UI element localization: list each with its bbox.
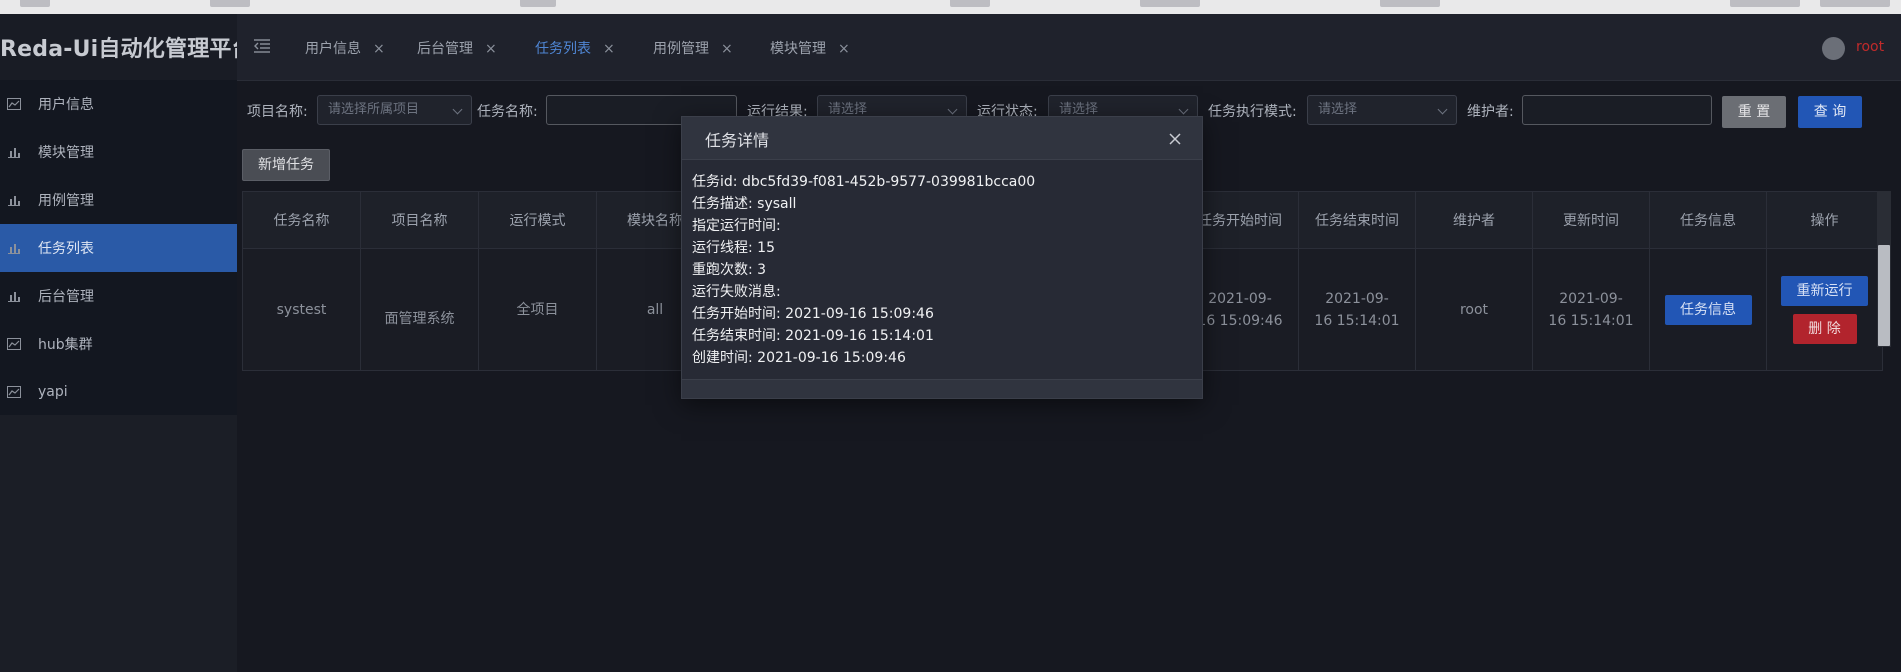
column-header: 更新时间 [1532, 191, 1650, 249]
tab-label: 模块管理 [770, 41, 826, 57]
bookmark[interactable] [1730, 0, 1800, 7]
sidebar-item[interactable]: 任务列表 [0, 224, 237, 272]
tab-close-icon[interactable]: × [838, 41, 850, 57]
sidebar-item-label: hub集群 [38, 337, 93, 353]
tab-close-icon[interactable]: × [485, 41, 497, 57]
bookmark[interactable] [520, 0, 556, 7]
cell-task-name: systest [242, 248, 361, 371]
bookmark[interactable] [20, 0, 50, 7]
column-header: 项目名称 [360, 191, 479, 249]
cell-run-mode: 全项目 [478, 248, 597, 371]
column-header: 任务信息 [1649, 191, 1767, 249]
detail-line: 创建时间: 2021-09-16 15:09:46 [692, 350, 906, 366]
dialog-footer [682, 379, 1202, 398]
cell-end-time: 2021-09- 16 15:14:01 [1298, 248, 1416, 371]
detail-line: 任务描述: sysall [692, 196, 797, 212]
table-scrollbar[interactable] [1877, 191, 1891, 347]
sidebar-item[interactable]: 后台管理 [0, 272, 237, 320]
sidebar-item[interactable]: yapi [0, 368, 237, 416]
tab[interactable]: 模块管理 × [770, 38, 850, 58]
delete-button[interactable]: 删 除 [1792, 313, 1857, 344]
column-header: 运行模式 [478, 191, 597, 249]
close-icon[interactable] [1168, 132, 1182, 146]
bar-chart-icon [6, 289, 22, 303]
bookmark[interactable] [210, 0, 250, 7]
task-name-label: 任务名称: [477, 104, 538, 120]
sidebar-item[interactable]: 用户信息 [0, 80, 237, 128]
dialog-body: 任务id: dbc5fd39-f081-452b-9577-039981bcca… [682, 160, 1202, 369]
sidebar-item-label: 后台管理 [38, 289, 94, 305]
sidebar-item-label: 任务列表 [38, 241, 94, 257]
bar-chart-icon [6, 145, 22, 159]
dialog-header: 任务详情 [682, 117, 1202, 160]
add-task-button[interactable]: 新增任务 [242, 149, 330, 181]
top-bar: 用户信息 × 后台管理 × 任务列表 × 用例管理 × 模块管理 × root [237, 14, 1901, 81]
column-header: 任务结束时间 [1298, 191, 1416, 249]
tab[interactable]: 用例管理 × [653, 38, 733, 58]
sidebar-item-label: yapi [38, 384, 68, 400]
tab-label: 用户信息 [305, 41, 361, 57]
collapse-menu-icon[interactable] [253, 38, 271, 54]
tab-label: 用例管理 [653, 41, 709, 57]
column-header: 操作 [1766, 191, 1883, 249]
tab-label: 任务列表 [535, 41, 591, 57]
detail-line: 任务开始时间: 2021-09-16 15:09:46 [692, 306, 934, 322]
scrollbar-thumb[interactable] [1878, 245, 1890, 346]
cell-task-info: 任务信息 [1649, 248, 1767, 371]
project-select[interactable]: 请选择所属项目 [317, 95, 472, 125]
tab-close-icon[interactable]: × [721, 41, 733, 57]
detail-line: 重跑次数: 3 [692, 262, 767, 278]
bar-chart-icon [6, 241, 22, 255]
cell-project-name: 面管理系统 [360, 248, 479, 371]
line-chart-icon [6, 97, 22, 111]
detail-line: 运行线程: 15 [692, 240, 775, 256]
detail-line: 任务id: dbc5fd39-f081-452b-9577-039981bcca… [692, 174, 1036, 190]
line-chart-icon [6, 385, 22, 399]
bookmark[interactable] [1820, 0, 1890, 7]
browser-bookmark-bar [0, 0, 1901, 15]
tab[interactable]: 任务列表 × [535, 38, 615, 58]
bookmark[interactable] [1380, 0, 1440, 7]
detail-line: 指定运行时间: [692, 218, 781, 234]
tab-close-icon[interactable]: × [373, 41, 385, 57]
line-chart-icon [6, 337, 22, 351]
task-detail-dialog: 任务详情 任务id: dbc5fd39-f081-452b-9577-03998… [681, 116, 1203, 399]
tab-label: 后台管理 [417, 41, 473, 57]
avatar[interactable] [1822, 37, 1845, 60]
cell-actions: 重新运行 删 除 [1766, 248, 1883, 371]
task-info-button[interactable]: 任务信息 [1664, 294, 1752, 325]
sidebar-item[interactable]: 用例管理 [0, 176, 237, 224]
project-label: 项目名称: [247, 104, 308, 120]
tab[interactable]: 后台管理 × [417, 38, 497, 58]
tab[interactable]: 用户信息 × [305, 38, 385, 58]
bookmark[interactable] [1140, 0, 1200, 7]
column-header: 维护者 [1415, 191, 1533, 249]
logo-area: Reda-Ui自动化管理平台 [0, 14, 254, 80]
detail-line: 任务结束时间: 2021-09-16 15:14:01 [692, 328, 934, 344]
sidebar-menu: 用户信息模块管理用例管理任务列表后台管理 hub集群 yapi [0, 80, 237, 415]
detail-line: 运行失败消息: [692, 284, 781, 300]
app-title: Reda-Ui自动化管理平台 [0, 37, 254, 62]
bookmark[interactable] [950, 0, 990, 7]
maintainer-label: 维护者: [1467, 104, 1514, 120]
cell-maintainer: root [1415, 248, 1533, 371]
rerun-button[interactable]: 重新运行 [1781, 275, 1868, 306]
sidebar-item-label: 模块管理 [38, 145, 94, 161]
cell-update-time: 2021-09- 16 15:14:01 [1532, 248, 1650, 371]
reset-button[interactable]: 重 置 [1722, 96, 1786, 128]
dialog-title: 任务详情 [705, 131, 770, 150]
sidebar: Reda-Ui自动化管理平台 用户信息模块管理用例管理任务列表后台管理 hub集群… [0, 14, 254, 672]
mode-select[interactable]: 请选择 [1307, 95, 1457, 125]
maintainer-input[interactable] [1522, 95, 1712, 125]
bar-chart-icon [6, 193, 22, 207]
tab-close-icon[interactable]: × [603, 41, 615, 57]
sidebar-item[interactable]: 模块管理 [0, 128, 237, 176]
mode-label: 任务执行模式: [1208, 104, 1297, 120]
sidebar-item-label: 用户信息 [38, 97, 94, 113]
user-name[interactable]: root [1856, 39, 1884, 55]
sidebar-item[interactable]: hub集群 [0, 320, 237, 368]
sidebar-item-label: 用例管理 [38, 193, 94, 209]
query-button[interactable]: 查 询 [1798, 96, 1862, 128]
column-header: 任务名称 [242, 191, 361, 249]
